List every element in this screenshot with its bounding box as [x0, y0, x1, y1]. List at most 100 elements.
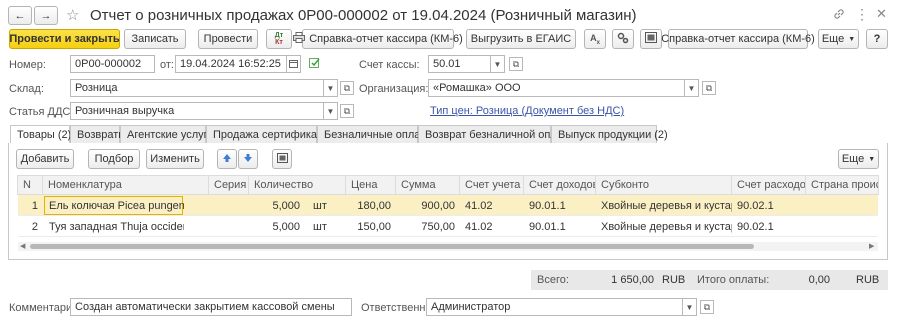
cash-account-open-button[interactable]: ⧉ — [509, 57, 523, 71]
cash-account-dropdown[interactable]: ▼ — [491, 55, 505, 73]
move-down-button[interactable] — [238, 149, 258, 169]
edit-button[interactable]: Изменить — [146, 149, 204, 169]
egais-export-button[interactable]: Выгрузить в ЕГАИС — [466, 29, 576, 49]
number-label: Номер: — [9, 59, 46, 71]
forward-button[interactable]: → — [34, 6, 58, 25]
table-more-label: Еще — [841, 153, 865, 165]
chevron-down-icon: ▼ — [685, 302, 694, 312]
date-label: от: — [160, 59, 174, 71]
row-series — [209, 216, 249, 237]
col-subconto[interactable]: Субконто — [596, 176, 732, 194]
tab-certificate-sales[interactable]: Продажа сертификатов — [206, 125, 334, 143]
scroll-right-icon[interactable]: ▶ — [869, 242, 874, 250]
settings-button[interactable] — [612, 29, 634, 49]
calendar-button[interactable] — [287, 55, 301, 73]
table-more-button[interactable]: Еще ▼ — [838, 149, 879, 169]
row-item: Туя западная Thuja occident... — [49, 220, 184, 233]
date-field[interactable]: 19.04.2024 16:52:25 — [175, 55, 287, 73]
post-and-close-button[interactable]: Провести и закрыть — [9, 29, 120, 49]
row-n: 2 — [31, 220, 38, 233]
window-icon — [645, 32, 657, 46]
post-status-icon — [309, 57, 321, 72]
responsible-dropdown[interactable]: ▼ — [683, 298, 697, 316]
number-field[interactable]: 0Р00-000002 — [70, 55, 155, 73]
row-unit: шт — [313, 199, 327, 212]
open-icon: ⧉ — [705, 82, 713, 93]
warehouse-open-button[interactable]: ⧉ — [340, 81, 354, 95]
paid-currency: RUB — [856, 274, 880, 286]
col-sum[interactable]: Сумма — [396, 176, 460, 194]
post-button[interactable]: Провести — [198, 29, 258, 49]
arrow-down-icon — [243, 153, 253, 166]
warehouse-field[interactable]: Розница — [70, 79, 324, 97]
add-button[interactable]: Добавить — [16, 149, 74, 169]
tab-returns[interactable]: Возвраты — [70, 125, 126, 143]
total-value: 1 650,00 — [611, 274, 654, 286]
row-subconto: Хвойные деревья и кустар... — [601, 199, 732, 212]
col-item[interactable]: Номенклатура — [43, 176, 209, 194]
col-n[interactable]: N — [18, 176, 43, 194]
write-button[interactable]: Записать — [124, 29, 186, 49]
organization-field[interactable]: «Ромашка» ООО — [428, 79, 685, 97]
tab-production-output[interactable]: Выпуск продукции (2) — [551, 125, 668, 143]
organization-open-button[interactable]: ⧉ — [702, 81, 716, 95]
organization-dropdown[interactable]: ▼ — [685, 79, 699, 97]
col-qty[interactable]: Количество — [249, 176, 346, 194]
row-country — [806, 195, 878, 216]
favorite-star-icon[interactable]: ☆ — [66, 6, 79, 24]
cash-account-field[interactable]: 50.01 — [428, 55, 491, 73]
col-expense[interactable]: Счет расходов — [732, 176, 806, 194]
row-account: 41.02 — [465, 220, 493, 233]
col-income[interactable]: Счет доходов — [524, 176, 596, 194]
tab-agent-services[interactable]: Агентские услуги — [120, 125, 214, 143]
warehouse-dropdown[interactable]: ▼ — [324, 79, 338, 97]
dds-field[interactable]: Розничная выручка — [70, 102, 324, 120]
ax-icon: Ax — [590, 32, 600, 46]
horizontal-scrollbar[interactable]: ◀ ▶ — [18, 242, 878, 251]
table-window-button[interactable] — [272, 149, 292, 169]
dt-kt-report-button[interactable]: Ax — [584, 29, 606, 49]
chevron-down-icon: ▼ — [848, 35, 856, 43]
cashier-report-button-2[interactable]: Справка-отчет кассира (КМ-6) — [661, 29, 815, 49]
col-country[interactable]: Страна происхо — [806, 176, 878, 194]
more-menu-icon[interactable]: ⋮ — [855, 6, 869, 23]
more-button[interactable]: Еще ▼ — [818, 29, 859, 49]
responsible-field[interactable]: Администратор — [426, 298, 683, 316]
chevron-down-icon: ▼ — [326, 106, 335, 116]
responsible-open-button[interactable]: ⧉ — [700, 300, 714, 314]
dds-label: Статья ДДС: — [9, 106, 74, 118]
paid-label: Итого оплаты: — [697, 274, 770, 286]
window-title: Отчет о розничных продажах 0Р00-000002 о… — [90, 7, 637, 24]
link-icon[interactable] — [833, 8, 845, 23]
row-sum: 900,00 — [421, 199, 455, 212]
col-price[interactable]: Цена — [346, 176, 396, 194]
price-type-link[interactable]: Тип цен: Розница (Документ без НДС) — [430, 105, 624, 117]
tab-goods[interactable]: Товары (2) — [10, 125, 71, 144]
dds-dropdown[interactable]: ▼ — [324, 102, 338, 120]
col-account[interactable]: Счет учета — [460, 176, 524, 194]
back-button[interactable]: ← — [8, 6, 32, 25]
tab-cashless-payments[interactable]: Безналичные оплаты — [317, 125, 433, 143]
total-currency: RUB — [662, 274, 686, 286]
cashier-report-label-1: Справка-отчет кассира (КМ-6) — [309, 33, 463, 45]
close-icon[interactable]: ✕ — [876, 6, 887, 22]
dds-open-button[interactable]: ⧉ — [340, 104, 354, 118]
row-qty: 5,000 — [272, 199, 300, 212]
row-item: Ель колючая Picea pungens ... — [49, 199, 184, 212]
help-button[interactable]: ? — [866, 29, 888, 49]
row-price: 180,00 — [357, 199, 391, 212]
more-label: Еще — [821, 33, 845, 45]
window-button[interactable] — [640, 29, 662, 49]
move-up-button[interactable] — [217, 149, 237, 169]
col-series[interactable]: Серия — [209, 176, 249, 194]
chevron-down-icon: ▼ — [326, 83, 335, 93]
pick-button[interactable]: Подбор — [88, 149, 140, 169]
chevron-down-icon: ▼ — [687, 83, 696, 93]
arrow-left-icon: ← — [14, 9, 26, 22]
scroll-left-icon[interactable]: ◀ — [20, 242, 25, 250]
comment-field[interactable]: Создан автоматически закрытием кассовой … — [70, 298, 352, 316]
dt-kt-button[interactable]: Дт Кт — [266, 29, 292, 49]
tab-cashless-returns[interactable]: Возврат безналичной оплаты — [418, 125, 576, 143]
scrollbar-thumb[interactable] — [30, 244, 754, 249]
cashier-report-button-1[interactable]: Справка-отчет кассира (КМ-6) — [293, 29, 463, 49]
